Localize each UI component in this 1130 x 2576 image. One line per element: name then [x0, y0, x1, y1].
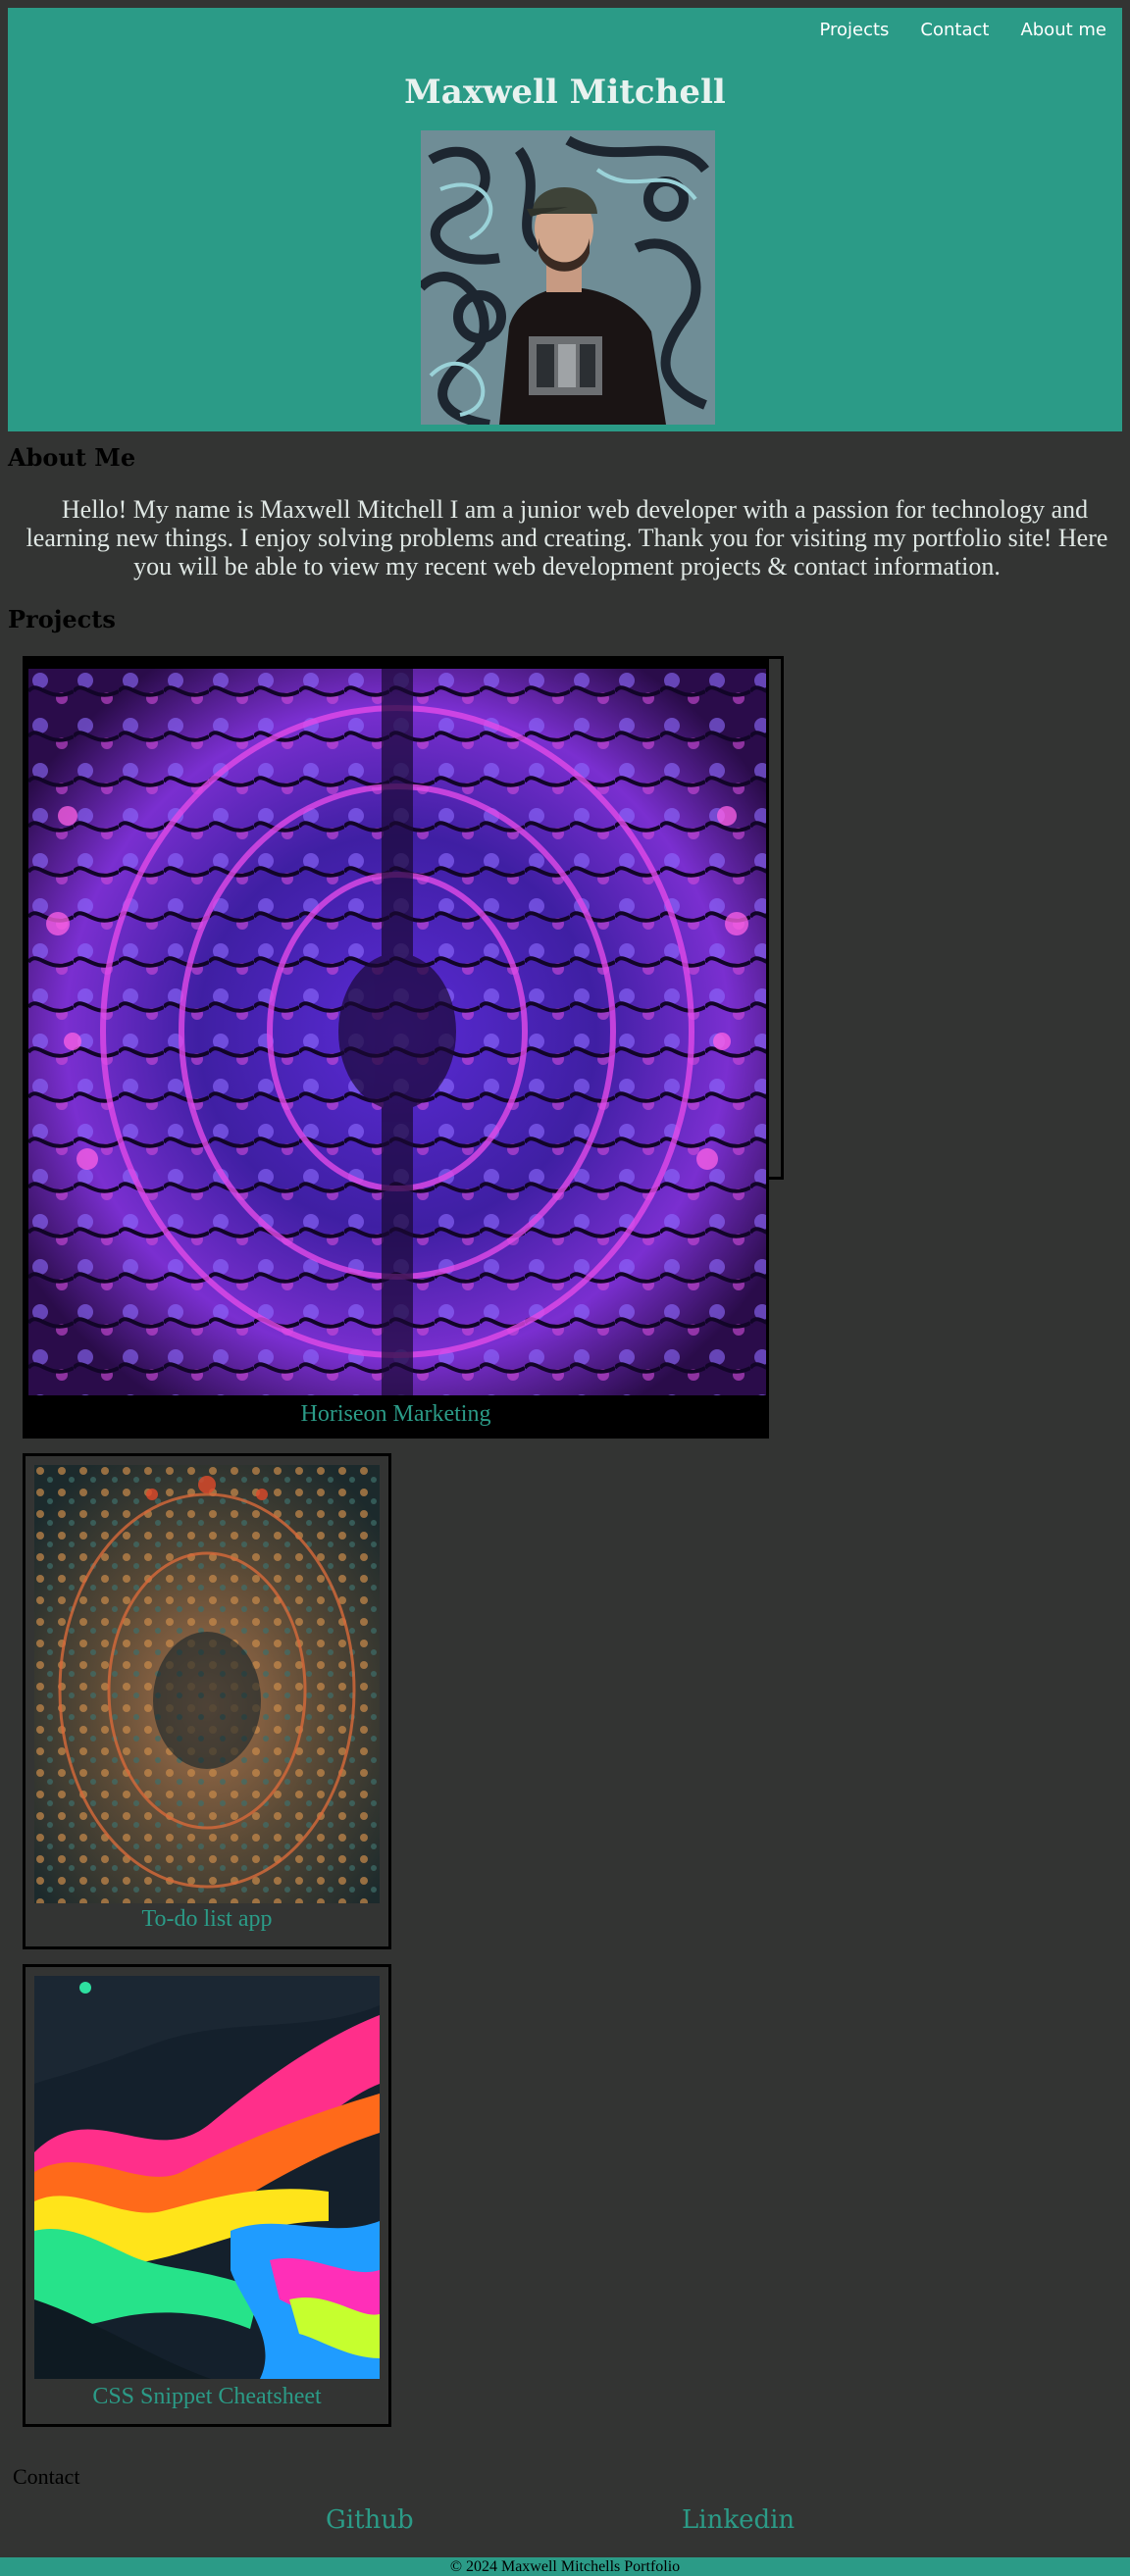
site-header: Projects Contact About me Maxwell Mitche…	[8, 8, 1122, 431]
projects-heading: Projects	[8, 605, 116, 633]
page-title: Maxwell Mitchell	[404, 73, 726, 112]
fluid-art-image	[34, 1976, 380, 2379]
contact-label: Contact	[13, 2464, 80, 2489]
project-thumbnail	[28, 669, 766, 1395]
linkedin-link[interactable]: Linkedin	[682, 2505, 795, 2535]
about-heading: About Me	[8, 443, 136, 472]
project-card-horiseon-frame[interactable]: Horiseon Marketing	[23, 656, 769, 1439]
project-thumbnail	[34, 1465, 380, 1903]
footer: © 2024 Maxwell Mitchells Portfolio	[0, 2557, 1130, 2576]
nav-link-projects[interactable]: Projects	[819, 20, 889, 40]
psychedelic-art-image	[28, 669, 766, 1395]
project-caption[interactable]: To-do list app	[26, 1906, 388, 1933]
project-thumbnail	[34, 1976, 380, 2379]
project-caption[interactable]: Horiseon Marketing	[26, 1401, 766, 1428]
about-text: Hello! My name is Maxwell Mitchell I am …	[26, 495, 1108, 581]
project-card-css-cheatsheet[interactable]: CSS Snippet Cheatsheet	[23, 1964, 391, 2427]
top-nav: Projects Contact About me	[819, 20, 1106, 40]
ornate-art-image	[34, 1465, 380, 1903]
github-link[interactable]: Github	[326, 2505, 414, 2535]
avatar	[421, 130, 715, 425]
project-caption[interactable]: CSS Snippet Cheatsheet	[26, 2384, 388, 2410]
nav-link-contact[interactable]: Contact	[920, 20, 989, 40]
person-portrait-icon	[421, 130, 715, 425]
nav-link-about[interactable]: About me	[1020, 20, 1106, 40]
project-card-todo[interactable]: To-do list app	[23, 1453, 391, 1949]
